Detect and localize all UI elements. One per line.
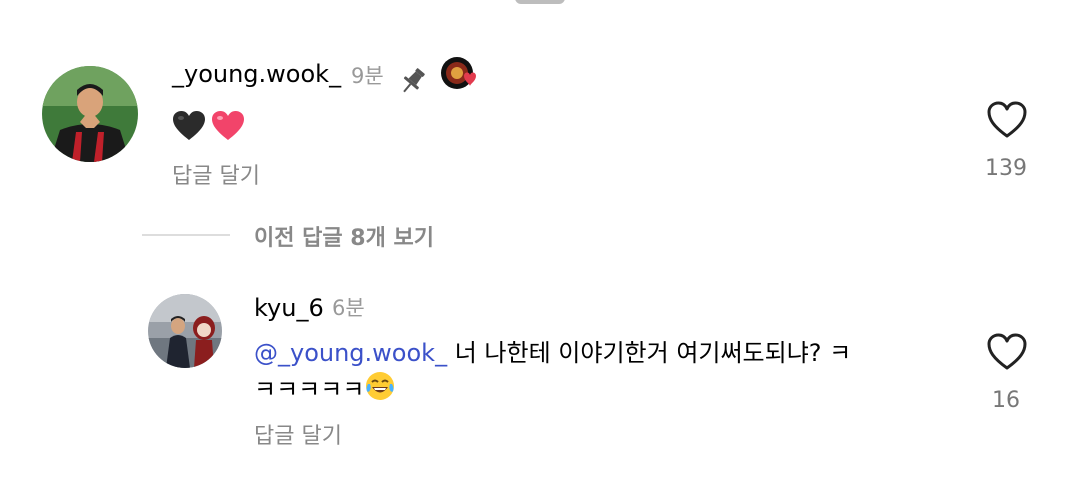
mention-link[interactable]: @_young.wook_ — [254, 339, 447, 367]
pin-icon — [396, 64, 430, 98]
comment-time: 9분 — [351, 64, 384, 88]
like-count: 139 — [985, 156, 1027, 181]
tears-of-joy-icon — [364, 370, 396, 411]
comment-text-line1: 너 나한테 이야기한거 여기써도되냐? ㅋ — [447, 339, 852, 367]
reply-button[interactable]: 답글 달기 — [254, 418, 342, 450]
avatar[interactable] — [42, 66, 138, 162]
like-heart-icon[interactable] — [986, 100, 1028, 140]
top-edge-element — [515, 0, 565, 4]
comment-time: 6분 — [332, 296, 365, 320]
black-heart-icon — [172, 110, 206, 146]
comment-username[interactable]: kyu_6 — [254, 294, 324, 322]
pink-heart-icon — [211, 110, 245, 146]
reply-button[interactable]: 답글 달기 — [172, 158, 260, 190]
comment-text: @_young.wook_ 너 나한테 이야기한거 여기써도되냐? ㅋ ㅋㅋㅋㅋ… — [254, 336, 944, 411]
team-badge-icon — [440, 56, 480, 92]
like-count: 16 — [992, 388, 1020, 413]
comment-emojis — [172, 110, 245, 144]
comment-username[interactable]: _young.wook_ — [172, 60, 341, 88]
avatar[interactable] — [148, 294, 222, 368]
view-previous-replies-button[interactable]: 이전 답글 8개 보기 — [254, 220, 434, 252]
like-heart-icon[interactable] — [986, 332, 1028, 372]
comment-text-line2: ㅋㅋㅋㅋㅋ — [254, 375, 365, 404]
replies-divider — [142, 234, 230, 236]
